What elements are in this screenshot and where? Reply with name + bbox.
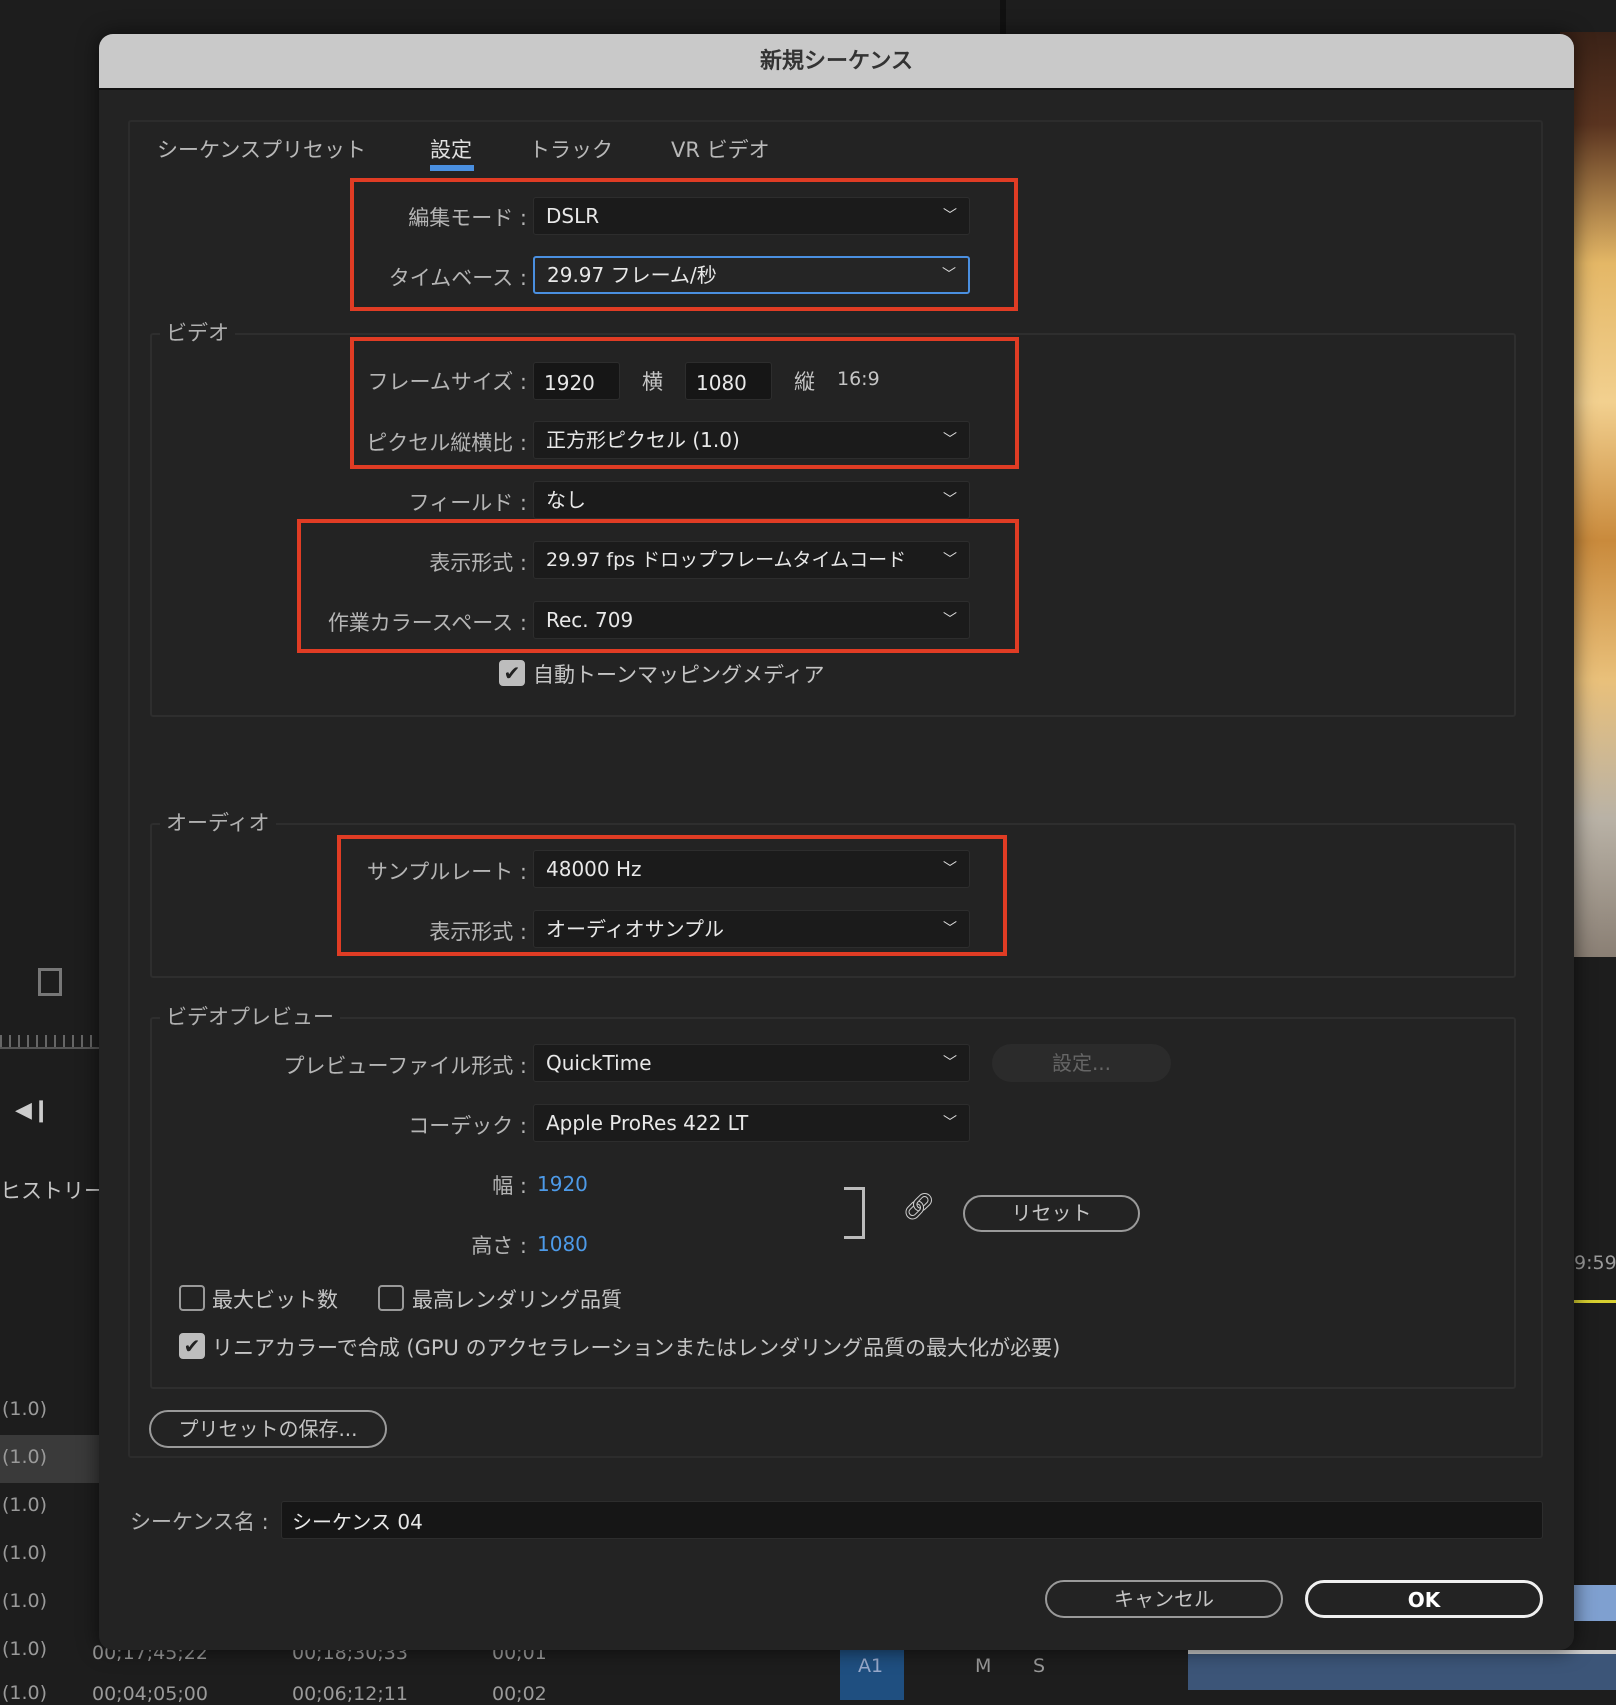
list-row: (1.0) (2, 1494, 48, 1516)
active-tab-indicator (430, 165, 474, 171)
link-icon[interactable]: 🔗︎ (902, 1192, 935, 1222)
list-row: (1.0) (2, 1590, 48, 1612)
fields-value: なし (546, 488, 586, 512)
video-preview-legend: ビデオプレビュー (160, 1001, 340, 1031)
chevron-down-icon: ﹀ (943, 1055, 957, 1071)
timecode: 00;06;12;11 (292, 1683, 408, 1705)
solo-button[interactable]: S (1033, 1655, 1045, 1677)
history-panel-label: ヒストリー (0, 1179, 105, 1203)
width-label: 幅 : (492, 1174, 527, 1198)
timecode: 00;02 (492, 1683, 547, 1705)
preview-format-label: プレビューファイル形式 : (283, 1054, 528, 1078)
video-clip (1574, 1585, 1616, 1621)
max-render-quality-label: 最高レンダリング品質 (412, 1288, 622, 1312)
highlight-box (297, 519, 1019, 653)
mute-button[interactable]: M (975, 1655, 991, 1677)
timeline-ruler (0, 1035, 99, 1049)
ok-button[interactable]: OK (1305, 1580, 1543, 1618)
preview-format-dropdown[interactable]: QuickTime ﹀ (533, 1044, 970, 1082)
list-row: (1.0) (2, 1682, 48, 1704)
timeline-time: 9:59 (1574, 1252, 1616, 1274)
step-back-icon[interactable]: ◀❙ (15, 1098, 50, 1123)
highlight-box (350, 337, 1019, 469)
reset-button[interactable]: リセット (963, 1195, 1140, 1232)
linear-color-label: リニアカラーで合成 (GPU のアクセラレーションまたはレンダリング品質の最大化… (212, 1336, 1061, 1360)
list-row: (1.0) (2, 1638, 48, 1660)
preview-format-value: QuickTime (546, 1051, 652, 1075)
save-preset-button[interactable]: プリセットの保存... (149, 1410, 387, 1448)
dialog-title: 新規シーケンス (99, 34, 1574, 90)
audio-legend: オーディオ (160, 807, 276, 837)
auto-tone-checkbox[interactable]: ✔ (499, 660, 525, 686)
highlight-box (350, 178, 1018, 311)
chevron-down-icon: ﹀ (943, 1115, 957, 1131)
track-a1-label: A1 (858, 1655, 884, 1677)
fields-dropdown[interactable]: なし ﹀ (533, 481, 970, 519)
height-label: 高さ : (471, 1234, 527, 1258)
top-divider (1000, 0, 1006, 34)
linear-color-checkbox[interactable]: ✔ (179, 1333, 205, 1359)
timecode: 00;04;05;00 (92, 1683, 208, 1705)
fields-label: フィールド : (408, 491, 527, 515)
preview-settings-button[interactable]: 設定... (992, 1044, 1171, 1082)
new-sequence-dialog: 新規シーケンス シーケンスプリセット 設定 トラック VR ビデオ 編集モード … (99, 34, 1574, 1650)
cancel-button[interactable]: キャンセル (1045, 1580, 1283, 1618)
codec-dropdown[interactable]: Apple ProRes 422 LT ﹀ (533, 1104, 970, 1142)
tab-sequence-presets[interactable]: シーケンスプリセット (157, 134, 366, 164)
sequence-name-input[interactable]: シーケンス 04 (281, 1501, 1543, 1539)
list-row: (1.0) (2, 1398, 48, 1420)
tab-tracks[interactable]: トラック (529, 134, 613, 164)
bracket-icon (844, 1187, 865, 1239)
audio-clip (1188, 1650, 1616, 1690)
film-icon (38, 968, 62, 996)
video-legend: ビデオ (160, 317, 235, 347)
chevron-down-icon: ﹀ (943, 492, 957, 508)
highlight-box (337, 835, 1007, 956)
tab-settings[interactable]: 設定 (430, 134, 472, 164)
playhead-bar (1574, 1300, 1616, 1303)
codec-value: Apple ProRes 422 LT (546, 1111, 749, 1135)
codec-label: コーデック : (408, 1114, 527, 1138)
max-bit-depth-checkbox[interactable] (179, 1285, 205, 1311)
tab-vr-video[interactable]: VR ビデオ (671, 134, 770, 164)
list-row: (1.0) (2, 1446, 48, 1468)
sequence-name-label: シーケンス名 : (130, 1510, 269, 1534)
max-render-quality-checkbox[interactable] (378, 1285, 404, 1311)
preview-height-value[interactable]: 1080 (537, 1232, 588, 1256)
max-bit-depth-label: 最大ビット数 (212, 1288, 338, 1312)
auto-tone-label: 自動トーンマッピングメディア (533, 663, 825, 687)
list-row: (1.0) (2, 1542, 48, 1564)
preview-width-value[interactable]: 1920 (537, 1172, 588, 1196)
